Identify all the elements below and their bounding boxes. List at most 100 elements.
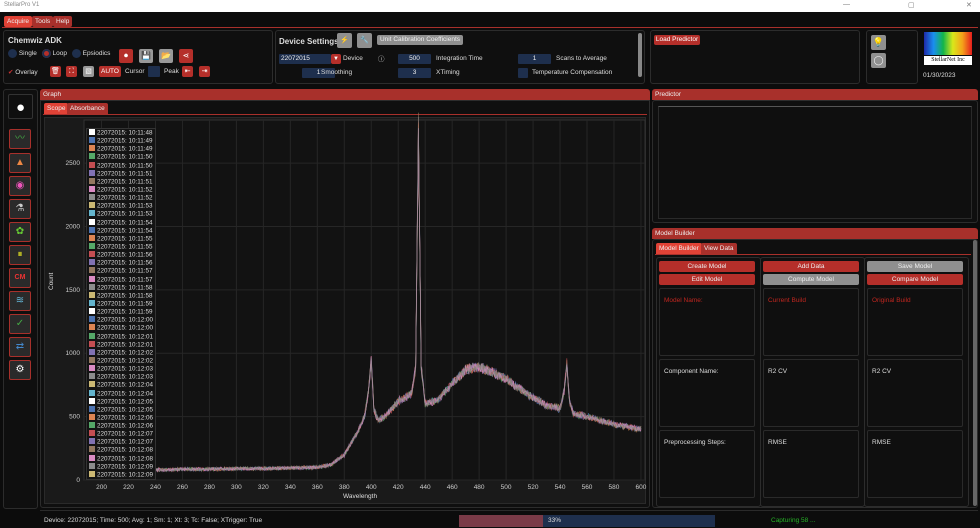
tab-view-data[interactable]: View Data xyxy=(701,243,737,254)
legend-label: 22072015: 10:12:06 xyxy=(97,414,154,422)
legend-swatch xyxy=(89,405,95,412)
predictor-header: Predictor xyxy=(652,89,978,100)
legend-item[interactable]: 22072015: 10:11:51 xyxy=(87,169,155,178)
legend-item[interactable]: 22072015: 10:12:01 xyxy=(87,332,155,341)
legend-item[interactable]: 22072015: 10:11:56 xyxy=(87,251,155,259)
legend-item[interactable]: 22072015: 10:12:07 xyxy=(87,430,155,438)
compute-model-button[interactable]: Compute Model xyxy=(763,274,859,285)
legend-item[interactable]: 22072015: 10:11:54 xyxy=(87,226,155,235)
legend-item[interactable]: 22072015: 10:12:00 xyxy=(87,316,155,324)
legend-label: 22072015: 10:12:03 xyxy=(97,373,154,381)
x-tick-label: 340 xyxy=(285,484,296,491)
legend-item[interactable]: 22072015: 10:12:06 xyxy=(87,422,155,430)
model-builder-header: Model Builder xyxy=(652,228,978,239)
model-info-cell: R2 CV xyxy=(867,359,963,427)
model-builder-scrollbar[interactable] xyxy=(973,240,977,506)
legend-item[interactable]: 22072015: 10:11:52 xyxy=(87,194,155,202)
legend-item[interactable]: 22072015: 10:12:03 xyxy=(87,365,155,373)
legend-label: 22072015: 10:11:50 xyxy=(97,153,153,161)
add-data-button[interactable]: Add Data xyxy=(763,261,859,272)
legend-swatch xyxy=(89,422,95,429)
legend-swatch xyxy=(89,462,95,469)
legend-item[interactable]: 22072015: 10:11:50 xyxy=(87,153,155,161)
x-tick-label: 220 xyxy=(123,484,134,491)
legend-item[interactable]: 22072015: 10:11:48 xyxy=(87,129,155,137)
x-tick-label: 460 xyxy=(447,484,458,491)
legend-label: 22072015: 10:12:02 xyxy=(97,349,154,357)
legend-swatch xyxy=(89,194,95,201)
legend-item[interactable]: 22072015: 10:11:53 xyxy=(87,210,155,218)
legend-label: 22072015: 10:12:07 xyxy=(97,438,154,446)
legend-label: 22072015: 10:11:55 xyxy=(97,243,153,251)
legend-label: 22072015: 10:12:05 xyxy=(97,406,154,414)
legend-item[interactable]: 22072015: 10:11:59 xyxy=(87,299,155,308)
legend-swatch xyxy=(89,430,95,437)
legend-item[interactable]: 22072015: 10:12:05 xyxy=(87,397,155,406)
compare-model-button[interactable]: Compare Model xyxy=(867,274,963,285)
legend-swatch xyxy=(89,218,95,225)
legend-item[interactable]: 22072015: 10:11:50 xyxy=(87,161,155,170)
legend-label: 22072015: 10:12:01 xyxy=(97,333,154,341)
status-text: Device: 22072015; Time: 500; Avg: 1; Sm:… xyxy=(44,517,263,524)
legend-swatch xyxy=(89,308,95,315)
legend-item[interactable]: 22072015: 10:12:07 xyxy=(87,438,155,446)
legend-swatch xyxy=(89,365,95,372)
legend-item[interactable]: 22072015: 10:11:49 xyxy=(87,137,155,145)
x-tick-label: 600 xyxy=(636,484,647,491)
legend-swatch xyxy=(89,177,95,184)
legend-item[interactable]: 22072015: 10:12:02 xyxy=(87,356,155,365)
legend-item[interactable]: 22072015: 10:11:55 xyxy=(87,234,155,243)
legend-item[interactable]: 22072015: 10:11:56 xyxy=(87,259,155,267)
legend-item[interactable]: 22072015: 10:11:52 xyxy=(87,185,155,194)
legend-label: 22072015: 10:11:59 xyxy=(97,308,153,316)
legend-item[interactable]: 22072015: 10:12:09 xyxy=(87,470,155,479)
legend-swatch xyxy=(89,137,95,144)
legend-item[interactable]: 22072015: 10:12:03 xyxy=(87,373,155,381)
legend-item[interactable]: 22072015: 10:11:57 xyxy=(87,267,155,275)
legend-item[interactable]: 22072015: 10:12:04 xyxy=(87,389,155,398)
save-model-button[interactable]: Save Model xyxy=(867,261,963,272)
legend-item[interactable]: 22072015: 10:11:59 xyxy=(87,308,155,316)
legend-swatch xyxy=(89,275,95,282)
legend-item[interactable]: 22072015: 10:12:00 xyxy=(87,324,155,332)
legend-label: 22072015: 10:11:53 xyxy=(97,202,153,210)
legend-swatch xyxy=(89,234,95,241)
tab-model-builder[interactable]: Model Builder xyxy=(656,243,702,254)
legend-item[interactable]: 22072015: 10:12:09 xyxy=(87,462,155,471)
create-model-button[interactable]: Create Model xyxy=(659,261,755,272)
legend-label: 22072015: 10:12:04 xyxy=(97,390,154,397)
model-info-cell: R2 CV xyxy=(763,359,859,427)
legend-item[interactable]: 22072015: 10:11:55 xyxy=(87,242,155,251)
model-info-label: Model Name: xyxy=(664,297,703,304)
legend-swatch xyxy=(89,185,95,192)
legend-label: 22072015: 10:12:05 xyxy=(97,398,154,406)
legend-item[interactable]: 22072015: 10:12:02 xyxy=(87,348,155,357)
x-tick-label: 540 xyxy=(555,484,566,491)
y-tick-label: 1500 xyxy=(66,287,81,294)
legend-item[interactable]: 22072015: 10:11:54 xyxy=(87,218,155,227)
legend-label: 22072015: 10:11:54 xyxy=(97,219,153,227)
legend-label: 22072015: 10:11:48 xyxy=(97,129,153,137)
legend-item[interactable]: 22072015: 10:12:04 xyxy=(87,381,155,389)
x-tick-label: 480 xyxy=(474,484,485,491)
edit-model-button[interactable]: Edit Model xyxy=(659,274,755,285)
legend-label: 22072015: 10:11:49 xyxy=(97,145,153,153)
legend-item[interactable]: 22072015: 10:12:08 xyxy=(87,454,155,463)
legend-item[interactable]: 22072015: 10:12:06 xyxy=(87,413,155,422)
legend-label: 22072015: 10:12:00 xyxy=(97,324,154,332)
legend-item[interactable]: 22072015: 10:12:01 xyxy=(87,340,155,349)
legend-item[interactable]: 22072015: 10:11:51 xyxy=(87,177,155,186)
legend-item[interactable]: 22072015: 10:11:58 xyxy=(87,283,155,292)
legend-label: 22072015: 10:11:53 xyxy=(97,210,153,218)
legend-label: 22072015: 10:12:00 xyxy=(97,316,154,324)
legend-item[interactable]: 22072015: 10:11:57 xyxy=(87,275,155,284)
x-tick-label: 440 xyxy=(420,484,431,491)
legend-item[interactable]: 22072015: 10:11:58 xyxy=(87,291,155,300)
legend-item[interactable]: 22072015: 10:12:05 xyxy=(87,405,155,414)
x-tick-label: 420 xyxy=(393,484,404,491)
legend-item[interactable]: 22072015: 10:12:08 xyxy=(87,446,155,454)
legend-swatch xyxy=(89,348,95,355)
legend-item[interactable]: 22072015: 10:11:49 xyxy=(87,145,155,153)
legend-item[interactable]: 22072015: 10:11:53 xyxy=(87,202,155,210)
legend-swatch xyxy=(89,259,95,266)
